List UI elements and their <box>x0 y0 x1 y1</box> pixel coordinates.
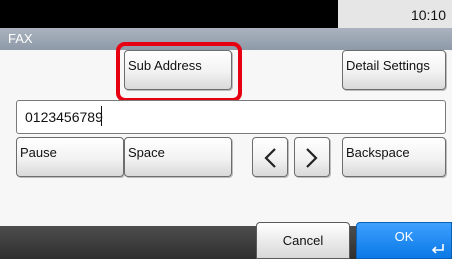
screen-title: FAX <box>8 31 33 46</box>
space-button[interactable]: Space <box>124 137 232 177</box>
status-message-area <box>0 0 338 28</box>
chevron-left-icon <box>264 148 276 168</box>
enter-icon <box>431 244 444 254</box>
cursor-left-button[interactable] <box>252 137 288 177</box>
clock: 10:10 <box>410 7 446 23</box>
sub-address-button[interactable]: Sub Address <box>124 50 232 90</box>
cursor-right-button[interactable] <box>294 137 330 177</box>
cancel-button[interactable]: Cancel <box>256 222 350 259</box>
fax-number-field[interactable]: 0123456789 <box>16 100 446 134</box>
backspace-button[interactable]: Backspace <box>342 137 446 177</box>
text-cursor <box>101 106 102 126</box>
detail-settings-button[interactable]: Detail Settings <box>342 50 446 90</box>
ok-label: OK <box>394 229 414 244</box>
chevron-right-icon <box>306 148 318 168</box>
pause-button[interactable]: Pause <box>16 137 124 177</box>
ok-button[interactable]: OK <box>356 222 452 259</box>
